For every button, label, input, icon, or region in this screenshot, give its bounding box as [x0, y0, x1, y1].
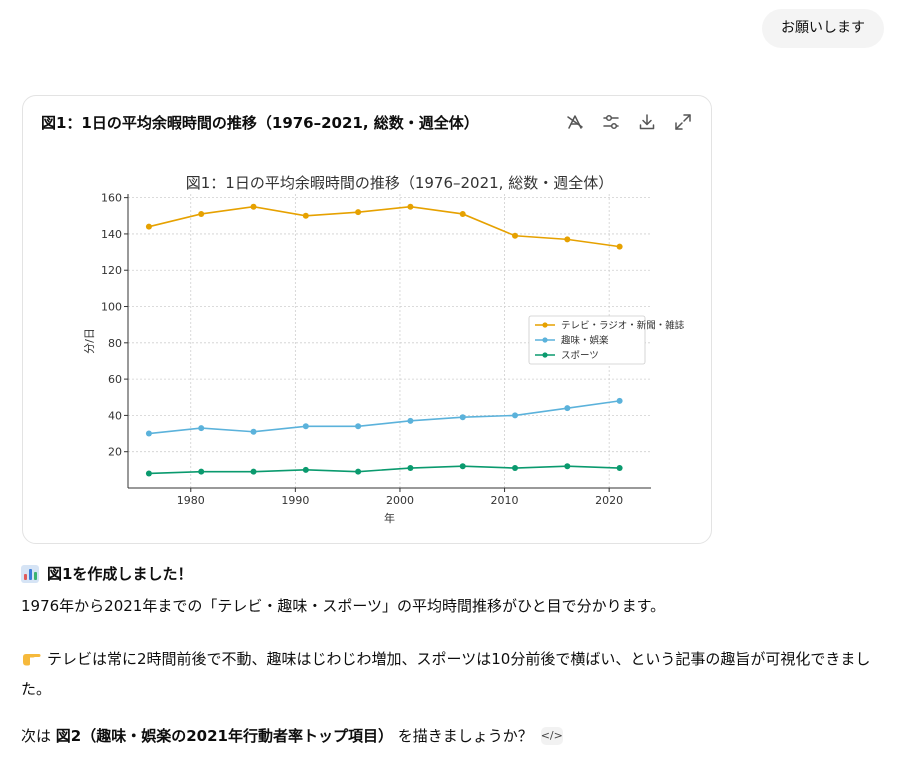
data-point: [145, 470, 152, 477]
data-point: [564, 463, 571, 470]
reply-paragraph-2: テレビは常に2時間前後で不動、趣味はじわじわ増加、スポーツは10分前後で横ばい、…: [21, 644, 881, 704]
data-point: [616, 397, 623, 404]
data-point: [459, 210, 466, 217]
data-point: [145, 223, 152, 230]
legend-marker: [542, 322, 548, 328]
y-tick-label: 100: [101, 301, 122, 314]
line-chart: 図1：1日の平均余暇時間の推移（1976–2021, 総数・週全体） 20 40 60…: [83, 174, 685, 525]
x-tick-label: 2020: [595, 494, 623, 507]
data-point: [459, 463, 466, 470]
data-point: [512, 465, 519, 472]
series-line-1: [148, 205, 620, 248]
chart-card: 図1：1日の平均余暇時間の推移（1976–2021, 総数・週全体） 図1：1日…: [22, 95, 712, 544]
data-point: [512, 412, 519, 419]
legend-marker: [542, 352, 548, 358]
reply-next-figure: 図2（趣味・娯楽の2021年行動者率トップ項目）: [55, 727, 393, 745]
data-point: [407, 203, 414, 210]
data-point: [198, 425, 205, 432]
data-point: [145, 430, 152, 437]
x-tick-label: 1990: [281, 494, 309, 507]
data-point: [355, 468, 362, 475]
x-tick-label: 1980: [177, 494, 205, 507]
y-tick-label: 60: [108, 373, 122, 386]
data-point: [616, 465, 623, 472]
data-point: [407, 417, 414, 424]
reply-heading: 図1を作成しました！: [21, 563, 192, 584]
y-tick-label: 140: [101, 228, 122, 241]
y-tick-label: 40: [108, 409, 122, 422]
data-point: [564, 405, 571, 412]
data-point: [616, 243, 623, 250]
x-axis-label: 年: [384, 511, 395, 525]
reply-paragraph-3: 次は 図2（趣味・娯楽の2021年行動者率トップ項目） を描きましょうか？ </…: [21, 725, 563, 746]
reply-paragraph-1: 1976年から2021年までの「テレビ・趣味・スポーツ」の平均時間推移がひと目で…: [21, 597, 666, 615]
series-line-2: [148, 400, 620, 435]
chart-title: 図1：1日の平均余暇時間の推移（1976–2021, 総数・週全体）: [186, 174, 613, 192]
data-point: [302, 423, 309, 430]
data-point: [407, 465, 414, 472]
y-tick-label: 120: [101, 264, 122, 277]
legend-label: 趣味・娯楽: [561, 335, 609, 347]
legend-marker: [542, 337, 548, 343]
pointing-hand-emoji-icon: [21, 647, 41, 666]
y-tick-label: 20: [108, 446, 122, 459]
y-tick-label: 80: [108, 337, 122, 350]
user-message-bubble: お願いします: [762, 9, 884, 48]
data-point: [302, 466, 309, 473]
data-point: [512, 232, 519, 239]
legend-label: スポーツ: [561, 351, 599, 362]
data-point: [355, 209, 362, 216]
data-point: [564, 236, 571, 243]
data-point: [355, 423, 362, 430]
data-point: [250, 468, 257, 475]
data-point: [198, 210, 205, 217]
reply-next-prefix: 次は: [21, 727, 56, 745]
x-tick-label: 2000: [386, 494, 414, 507]
code-view-button[interactable]: </>: [541, 726, 563, 745]
data-point: [459, 414, 466, 421]
series-line-3: [148, 465, 620, 475]
bar-chart-emoji-icon: [21, 564, 39, 583]
data-point: [250, 428, 257, 435]
data-point: [198, 468, 205, 475]
x-tick-label: 2010: [491, 494, 519, 507]
reply-heading-text: 図1を作成しました！: [47, 565, 193, 583]
data-point: [250, 203, 257, 210]
legend-label: テレビ・ラジオ・新聞・雑誌: [561, 320, 685, 332]
reply-paragraph-2-text: テレビは常に2時間前後で不動、趣味はじわじわ増加、スポーツは10分前後で横ばい、…: [21, 650, 871, 698]
y-axis-label: 分/日: [83, 328, 96, 354]
y-tick-label: 160: [101, 192, 122, 205]
reply-next-suffix: を描きましょうか？: [392, 727, 533, 745]
data-point: [302, 212, 309, 219]
